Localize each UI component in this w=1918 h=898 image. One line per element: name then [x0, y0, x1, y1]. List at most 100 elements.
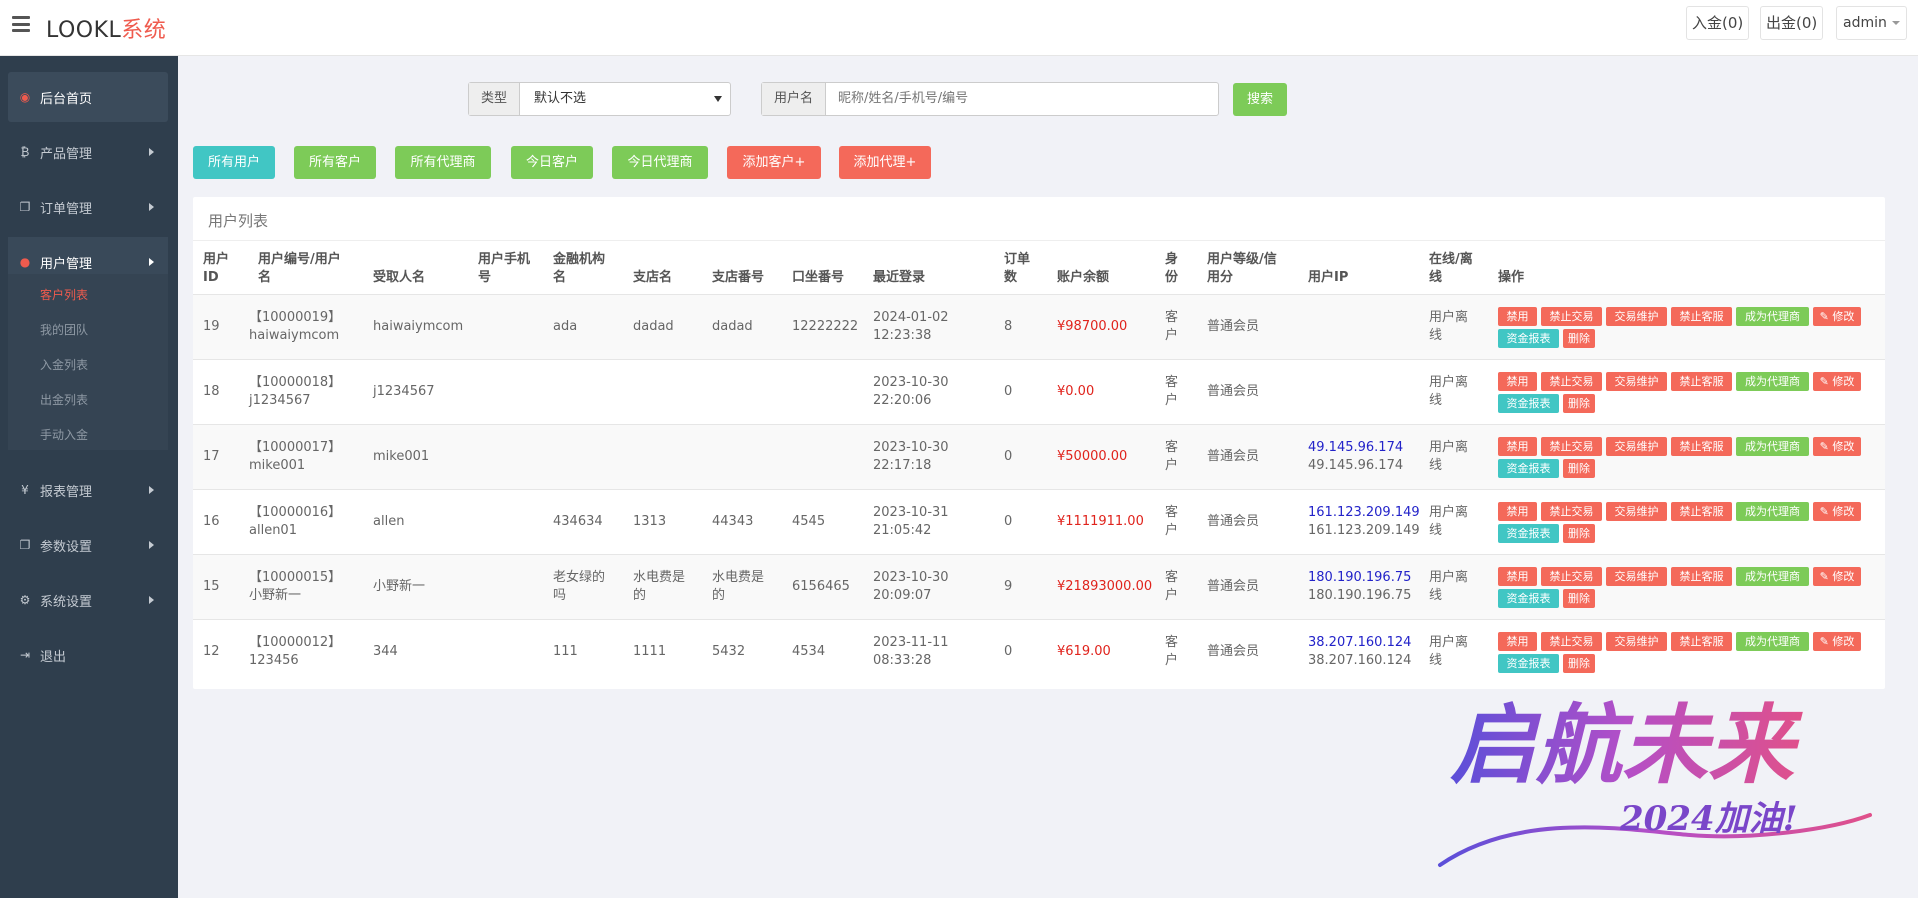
type-select[interactable]: 默认不选: [520, 83, 730, 115]
cell-online: 用户离线: [1429, 440, 1469, 473]
ban-service-button[interactable]: 禁止客服: [1671, 502, 1732, 521]
ban-service-button[interactable]: 禁止客服: [1671, 567, 1732, 586]
submenu-customer-list[interactable]: 客户列表: [40, 286, 88, 303]
ban-service-button[interactable]: 禁止客服: [1671, 437, 1732, 456]
header-account-no: 口坐番号: [792, 270, 845, 285]
fund-report-button[interactable]: 资金报表: [1498, 459, 1559, 478]
cell-bank: 老女绿的吗: [553, 570, 606, 603]
cell-code: 【10000016】 allen01: [249, 505, 342, 538]
ban-service-button[interactable]: 禁止客服: [1671, 307, 1732, 326]
submenu-withdraw-list[interactable]: 出金列表: [40, 391, 88, 408]
sidebar-item-params[interactable]: ❐ 参数设置: [8, 520, 168, 570]
header-code: 用户编号/用户名: [258, 252, 341, 285]
trade-maintenance-button[interactable]: 交易维护: [1606, 567, 1667, 586]
search-button[interactable]: 搜索: [1233, 83, 1287, 116]
withdraw-button[interactable]: 出金(0): [1760, 6, 1824, 40]
become-agent-button[interactable]: 成为代理商: [1736, 567, 1809, 586]
delete-button[interactable]: 删除: [1563, 394, 1595, 413]
cell-last-login: 2023-10-31 21:05:42: [873, 505, 949, 538]
cell-branch-no: 5432: [712, 644, 746, 659]
cell-account-no: 4534: [792, 644, 826, 659]
cell-identity: 客户: [1165, 310, 1179, 343]
delete-button[interactable]: 删除: [1563, 459, 1595, 478]
become-agent-button[interactable]: 成为代理商: [1736, 437, 1809, 456]
today-customers-button[interactable]: 今日客户: [511, 146, 593, 179]
cell-orders: 8: [1004, 319, 1013, 334]
cell-branch: 水电费是的: [633, 570, 686, 603]
edit-button[interactable]: ✎ 修改: [1813, 307, 1861, 326]
disable-button[interactable]: 禁用: [1498, 372, 1537, 391]
disable-button[interactable]: 禁用: [1498, 502, 1537, 521]
cell-balance: ¥21893000.00: [1057, 579, 1153, 594]
ip-link[interactable]: 180.190.196.75: [1308, 569, 1411, 587]
trade-maintenance-button[interactable]: 交易维护: [1606, 437, 1667, 456]
sidebar: ◉ 后台首页 ₿ 产品管理 ❐ 订单管理 ● 用户管理 客户列表 我的团队 入金…: [0, 56, 178, 898]
ban-trade-button[interactable]: 禁止交易: [1541, 567, 1602, 586]
ban-trade-button[interactable]: 禁止交易: [1541, 502, 1602, 521]
copy-icon: ❐: [19, 200, 31, 214]
cell-id: 19: [203, 319, 220, 334]
submenu-deposit-list[interactable]: 入金列表: [40, 356, 88, 373]
sidebar-item-system[interactable]: ⚙ 系统设置: [8, 575, 168, 625]
add-agent-button[interactable]: 添加代理+: [839, 146, 931, 179]
delete-button[interactable]: 删除: [1563, 524, 1595, 543]
sidebar-item-label: 订单管理: [40, 201, 93, 217]
edit-button[interactable]: ✎ 修改: [1813, 502, 1861, 521]
sidebar-item-products[interactable]: ₿ 产品管理: [8, 127, 168, 177]
all-users-button[interactable]: 所有用户: [193, 146, 275, 179]
add-customer-button[interactable]: 添加客户+: [727, 146, 821, 179]
fund-report-button[interactable]: 资金报表: [1498, 329, 1559, 348]
all-customers-button[interactable]: 所有客户: [294, 146, 376, 179]
become-agent-button[interactable]: 成为代理商: [1736, 372, 1809, 391]
sidebar-item-orders[interactable]: ❐ 订单管理: [8, 182, 168, 232]
cell-identity: 客户: [1165, 505, 1179, 538]
cell-code: 【10000017】 mike001: [249, 440, 342, 473]
username-search-input[interactable]: [826, 83, 1207, 115]
ban-trade-button[interactable]: 禁止交易: [1541, 372, 1602, 391]
ban-trade-button[interactable]: 禁止交易: [1541, 307, 1602, 326]
edit-button[interactable]: ✎ 修改: [1813, 437, 1861, 456]
disable-button[interactable]: 禁用: [1498, 567, 1537, 586]
cell-online: 用户离线: [1429, 570, 1469, 603]
fund-report-button[interactable]: 资金报表: [1498, 394, 1559, 413]
disable-button[interactable]: 禁用: [1498, 307, 1537, 326]
today-agents-button[interactable]: 今日代理商: [612, 146, 708, 179]
edit-button[interactable]: ✎ 修改: [1813, 372, 1861, 391]
ip-link[interactable]: 49.145.96.174: [1308, 439, 1403, 457]
edit-button[interactable]: ✎ 修改: [1813, 567, 1861, 586]
trade-maintenance-button[interactable]: 交易维护: [1606, 372, 1667, 391]
watermark-graphic: 启航未来 2024加油!: [1438, 696, 1872, 867]
fund-report-button[interactable]: 资金报表: [1498, 524, 1559, 543]
cell-orders: 0: [1004, 449, 1013, 464]
become-agent-button[interactable]: 成为代理商: [1736, 502, 1809, 521]
all-agents-button[interactable]: 所有代理商: [395, 146, 491, 179]
trade-maintenance-button[interactable]: 交易维护: [1606, 502, 1667, 521]
hamburger-menu-icon[interactable]: [12, 16, 30, 32]
submenu-manual-deposit[interactable]: 手动入金: [40, 426, 88, 443]
delete-button[interactable]: 删除: [1563, 329, 1595, 348]
ban-trade-button[interactable]: 禁止交易: [1541, 437, 1602, 456]
watermark-main-text: 启航未来: [1450, 696, 1803, 796]
ip-text: 180.190.196.75: [1308, 588, 1412, 603]
ban-service-button[interactable]: 禁止客服: [1671, 372, 1732, 391]
sidebar-item-label: 报表管理: [40, 484, 93, 500]
disable-button[interactable]: 禁用: [1498, 437, 1537, 456]
cell-branch-no: dadad: [712, 319, 753, 334]
sidebar-item-reports[interactable]: ¥ 报表管理: [8, 465, 168, 515]
ip-link[interactable]: 161.123.209.149: [1308, 504, 1420, 522]
trade-maintenance-button[interactable]: 交易维护: [1606, 307, 1667, 326]
cell-last-login: 2023-10-30 20:09:07: [873, 570, 949, 603]
ip-link[interactable]: 38.207.160.124: [1308, 634, 1411, 652]
submenu-my-team[interactable]: 我的团队: [40, 321, 88, 338]
fund-report-button[interactable]: 资金报表: [1498, 589, 1559, 608]
become-agent-button[interactable]: 成为代理商: [1736, 307, 1809, 326]
sidebar-item-home[interactable]: ◉ 后台首页: [8, 72, 168, 122]
cell-identity: 客户: [1165, 440, 1179, 473]
delete-button[interactable]: 删除: [1563, 589, 1595, 608]
cell-level: 普通会员: [1207, 319, 1260, 334]
deposit-button[interactable]: 入金(0): [1686, 6, 1750, 40]
sidebar-item-label: 系统设置: [40, 594, 93, 610]
user-menu-button[interactable]: admin: [1836, 6, 1907, 40]
sidebar-item-logout[interactable]: ⇥ 退出: [8, 630, 168, 680]
cell-account-no: 4545: [792, 514, 826, 529]
